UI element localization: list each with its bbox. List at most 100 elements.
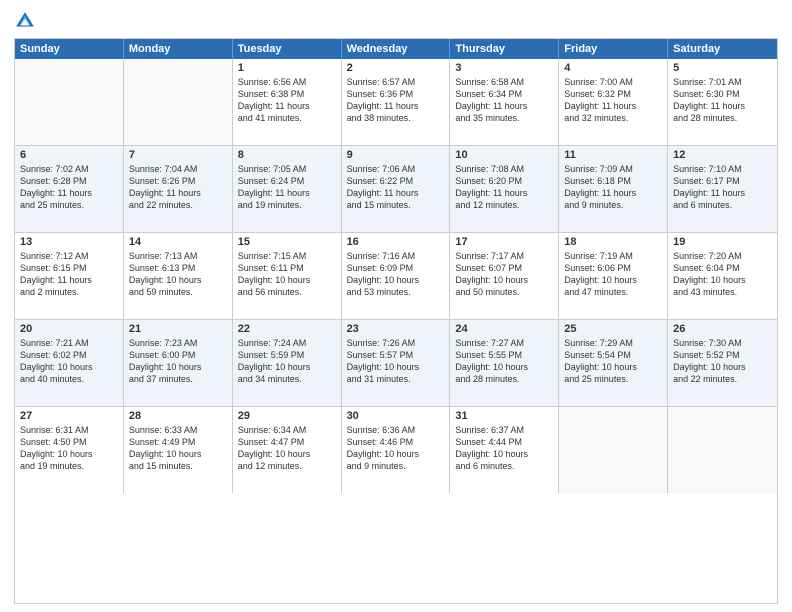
cell-info-line: Daylight: 11 hours bbox=[455, 100, 553, 112]
logo bbox=[14, 10, 40, 32]
cell-info-line: Sunrise: 6:58 AM bbox=[455, 76, 553, 88]
day-number: 14 bbox=[129, 236, 227, 248]
day-number: 20 bbox=[20, 323, 118, 335]
cell-info-line: and 32 minutes. bbox=[564, 112, 662, 124]
cell-info-line: Sunrise: 6:34 AM bbox=[238, 424, 336, 436]
day-number: 7 bbox=[129, 149, 227, 161]
cell-info-line: Sunset: 6:18 PM bbox=[564, 175, 662, 187]
day-cell-14: 14Sunrise: 7:13 AMSunset: 6:13 PMDayligh… bbox=[124, 233, 233, 319]
cell-info-line: Sunrise: 6:57 AM bbox=[347, 76, 445, 88]
calendar-week-4: 20Sunrise: 7:21 AMSunset: 6:02 PMDayligh… bbox=[15, 319, 777, 406]
cell-info-line: Sunrise: 7:13 AM bbox=[129, 250, 227, 262]
cell-info-line: Daylight: 11 hours bbox=[238, 187, 336, 199]
cell-info-line: Sunset: 4:44 PM bbox=[455, 436, 553, 448]
calendar-week-2: 6Sunrise: 7:02 AMSunset: 6:28 PMDaylight… bbox=[15, 145, 777, 232]
cell-info-line: Sunrise: 6:37 AM bbox=[455, 424, 553, 436]
cell-info-line: Daylight: 11 hours bbox=[347, 187, 445, 199]
cell-info-line: Sunset: 4:49 PM bbox=[129, 436, 227, 448]
cell-info-line: Daylight: 11 hours bbox=[20, 187, 118, 199]
cell-info-line: Daylight: 11 hours bbox=[238, 100, 336, 112]
cell-info-line: Sunrise: 7:09 AM bbox=[564, 163, 662, 175]
cell-info-line: Daylight: 11 hours bbox=[455, 187, 553, 199]
header bbox=[14, 10, 778, 32]
weekday-header-thursday: Thursday bbox=[450, 39, 559, 59]
day-cell-6: 6Sunrise: 7:02 AMSunset: 6:28 PMDaylight… bbox=[15, 146, 124, 232]
weekday-header-wednesday: Wednesday bbox=[342, 39, 451, 59]
day-number: 5 bbox=[673, 62, 772, 74]
day-cell-24: 24Sunrise: 7:27 AMSunset: 5:55 PMDayligh… bbox=[450, 320, 559, 406]
day-cell-20: 20Sunrise: 7:21 AMSunset: 6:02 PMDayligh… bbox=[15, 320, 124, 406]
day-cell-16: 16Sunrise: 7:16 AMSunset: 6:09 PMDayligh… bbox=[342, 233, 451, 319]
day-number: 30 bbox=[347, 410, 445, 422]
cell-info-line: and 47 minutes. bbox=[564, 286, 662, 298]
day-cell-11: 11Sunrise: 7:09 AMSunset: 6:18 PMDayligh… bbox=[559, 146, 668, 232]
day-number: 28 bbox=[129, 410, 227, 422]
cell-info-line: Sunrise: 7:01 AM bbox=[673, 76, 772, 88]
cell-info-line: Sunrise: 7:29 AM bbox=[564, 337, 662, 349]
calendar-week-5: 27Sunrise: 6:31 AMSunset: 4:50 PMDayligh… bbox=[15, 406, 777, 493]
cell-info-line: and 22 minutes. bbox=[673, 373, 772, 385]
cell-info-line: Daylight: 11 hours bbox=[673, 187, 772, 199]
cell-info-line: Sunset: 6:11 PM bbox=[238, 262, 336, 274]
day-cell-12: 12Sunrise: 7:10 AMSunset: 6:17 PMDayligh… bbox=[668, 146, 777, 232]
cell-info-line: Sunset: 6:06 PM bbox=[564, 262, 662, 274]
cell-info-line: Sunrise: 7:05 AM bbox=[238, 163, 336, 175]
day-cell-13: 13Sunrise: 7:12 AMSunset: 6:15 PMDayligh… bbox=[15, 233, 124, 319]
cell-info-line: Sunrise: 7:04 AM bbox=[129, 163, 227, 175]
empty-cell bbox=[15, 59, 124, 145]
day-cell-3: 3 Sunrise: 6:58 AMSunset: 6:34 PMDaylight… bbox=[450, 59, 559, 145]
weekday-header-sunday: Sunday bbox=[15, 39, 124, 59]
cell-info-line: and 19 minutes. bbox=[20, 460, 118, 472]
day-number: 9 bbox=[347, 149, 445, 161]
cell-info-line: and 38 minutes. bbox=[347, 112, 445, 124]
calendar-week-1: 1Sunrise: 6:56 AMSunset: 6:38 PMDaylight… bbox=[15, 59, 777, 145]
cell-info-line: Daylight: 11 hours bbox=[564, 187, 662, 199]
cell-info-line: Sunrise: 7:21 AM bbox=[20, 337, 118, 349]
day-number: 24 bbox=[455, 323, 553, 335]
calendar-body: 1Sunrise: 6:56 AMSunset: 6:38 PMDaylight… bbox=[15, 59, 777, 493]
cell-info-line: Sunrise: 7:12 AM bbox=[20, 250, 118, 262]
day-cell-25: 25Sunrise: 7:29 AMSunset: 5:54 PMDayligh… bbox=[559, 320, 668, 406]
day-cell-23: 23Sunrise: 7:26 AMSunset: 5:57 PMDayligh… bbox=[342, 320, 451, 406]
day-number: 25 bbox=[564, 323, 662, 335]
cell-info-line: Daylight: 11 hours bbox=[129, 187, 227, 199]
cell-info-line: and 9 minutes. bbox=[347, 460, 445, 472]
cell-info-line: Sunset: 6:30 PM bbox=[673, 88, 772, 100]
cell-info-line: Sunset: 6:32 PM bbox=[564, 88, 662, 100]
weekday-header-saturday: Saturday bbox=[668, 39, 777, 59]
cell-info-line: and 22 minutes. bbox=[129, 199, 227, 211]
cell-info-line: Sunset: 6:36 PM bbox=[347, 88, 445, 100]
empty-cell bbox=[559, 407, 668, 493]
weekday-header-tuesday: Tuesday bbox=[233, 39, 342, 59]
day-number: 6 bbox=[20, 149, 118, 161]
cell-info-line: and 28 minutes. bbox=[673, 112, 772, 124]
cell-info-line: Sunset: 5:57 PM bbox=[347, 349, 445, 361]
day-number: 23 bbox=[347, 323, 445, 335]
day-cell-28: 28Sunrise: 6:33 AMSunset: 4:49 PMDayligh… bbox=[124, 407, 233, 493]
day-number: 16 bbox=[347, 236, 445, 248]
day-cell-2: 2Sunrise: 6:57 AMSunset: 6:36 PMDaylight… bbox=[342, 59, 451, 145]
cell-info-line: and 43 minutes. bbox=[673, 286, 772, 298]
cell-info-line: Sunset: 4:50 PM bbox=[20, 436, 118, 448]
cell-info-line: Daylight: 10 hours bbox=[564, 361, 662, 373]
day-number: 3 bbox=[455, 62, 553, 74]
cell-info-line: and 34 minutes. bbox=[238, 373, 336, 385]
cell-info-line: and 59 minutes. bbox=[129, 286, 227, 298]
cell-info-line: Daylight: 10 hours bbox=[673, 361, 772, 373]
cell-info-line: Sunset: 6:34 PM bbox=[455, 88, 553, 100]
cell-info-line: and 2 minutes. bbox=[20, 286, 118, 298]
cell-info-line: Daylight: 10 hours bbox=[455, 361, 553, 373]
day-number: 31 bbox=[455, 410, 553, 422]
cell-info-line: Sunrise: 7:06 AM bbox=[347, 163, 445, 175]
cell-info-line: Sunrise: 7:10 AM bbox=[673, 163, 772, 175]
cell-info-line: and 19 minutes. bbox=[238, 199, 336, 211]
cell-info-line: and 35 minutes. bbox=[455, 112, 553, 124]
day-cell-15: 15Sunrise: 7:15 AMSunset: 6:11 PMDayligh… bbox=[233, 233, 342, 319]
cell-info-line: Daylight: 11 hours bbox=[564, 100, 662, 112]
cell-info-line: Sunrise: 7:02 AM bbox=[20, 163, 118, 175]
empty-cell bbox=[124, 59, 233, 145]
cell-info-line: and 37 minutes. bbox=[129, 373, 227, 385]
cell-info-line: and 9 minutes. bbox=[564, 199, 662, 211]
day-cell-29: 29Sunrise: 6:34 AMSunset: 4:47 PMDayligh… bbox=[233, 407, 342, 493]
cell-info-line: Sunrise: 7:24 AM bbox=[238, 337, 336, 349]
